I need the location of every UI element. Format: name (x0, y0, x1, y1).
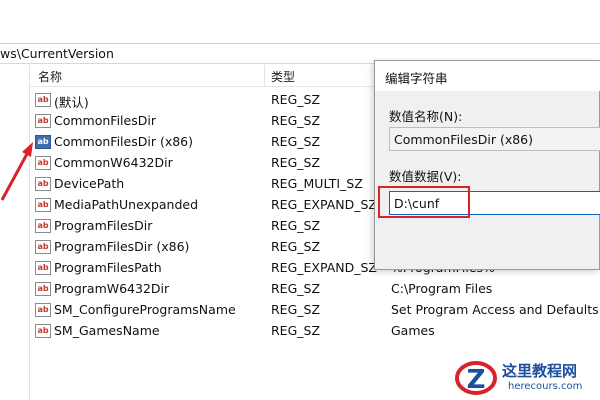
value-name: ProgramFilesPath (54, 260, 162, 275)
edit-string-dialog: 编辑字符串 数值名称(N): CommonFilesDir (x86) 数值数据… (374, 60, 600, 270)
string-value-icon: ab (35, 114, 51, 128)
value-name: (默认) (54, 95, 89, 110)
string-value-icon: ab (35, 282, 51, 296)
value-type: REG_EXPAND_SZ (271, 260, 377, 275)
value-data-highlight-box (378, 186, 470, 218)
value-name-field: CommonFilesDir (x86) (389, 127, 600, 151)
string-value-icon: ab (35, 219, 51, 233)
watermark-title: 这里教程网 (502, 362, 578, 380)
value-name: MediaPathUnexpanded (54, 197, 199, 212)
list-item[interactable]: ab SM_GamesName REG_SZ Games (30, 321, 600, 342)
value-type: REG_SZ (271, 302, 321, 317)
value-data-label: 数值数据(V): (389, 169, 462, 184)
svg-text:Z: Z (467, 365, 486, 395)
value-type: REG_SZ (271, 281, 321, 296)
value-name: CommonFilesDir (54, 113, 156, 128)
list-item[interactable]: ab SM_ConfigureProgramsName REG_SZ Set Prog… (30, 300, 600, 321)
value-data: Games (391, 323, 435, 338)
value-data: C:\Program Files (391, 281, 493, 296)
column-name-header[interactable]: 名称 (38, 68, 62, 85)
value-name: ProgramFilesDir (54, 218, 153, 233)
value-type: REG_EXPAND_SZ (271, 197, 377, 212)
registry-path: ws\CurrentVersion (0, 46, 114, 61)
column-type-header[interactable]: 类型 (271, 68, 295, 85)
value-type: REG_SZ (271, 239, 321, 254)
string-value-icon: ab (35, 240, 51, 254)
value-name-label: 数值名称(N): (389, 109, 463, 124)
watermark-logo-icon: Z (455, 361, 497, 395)
value-type: REG_SZ (271, 155, 321, 170)
string-value-icon: ab (35, 93, 51, 107)
string-value-icon: ab (35, 303, 51, 317)
watermark-url: herecours.com (508, 381, 583, 392)
value-name: DevicePath (54, 176, 125, 191)
value-name: SM_GamesName (54, 323, 160, 338)
value-type: REG_SZ (271, 134, 321, 149)
registry-tree-pane[interactable] (0, 65, 30, 400)
value-name: CommonFilesDir (x86) (54, 134, 193, 149)
value-type: REG_SZ (271, 113, 321, 128)
value-data: Set Program Access and Defaults (391, 302, 599, 317)
dialog-title: 编辑字符串 (385, 71, 448, 86)
value-type: REG_SZ (271, 218, 321, 233)
string-value-icon: ab (35, 261, 51, 275)
value-type: REG_SZ (271, 323, 321, 338)
string-value-icon: ab (35, 324, 51, 338)
value-name: CommonW6432Dir (54, 155, 173, 170)
value-type: REG_SZ (271, 92, 321, 107)
value-name: ProgramW6432Dir (54, 281, 170, 296)
site-watermark: Z 这里教程网 herecours.com (452, 356, 600, 400)
dialog-titlebar[interactable]: 编辑字符串 (375, 61, 600, 91)
red-arrow-annotation (0, 142, 33, 201)
value-name-text: CommonFilesDir (x86) (394, 132, 533, 147)
value-name: ProgramFilesDir (x86) (54, 239, 190, 254)
value-type: REG_MULTI_SZ (271, 176, 363, 191)
list-item[interactable]: ab ProgramW6432Dir REG_SZ C:\Program Files (30, 279, 600, 300)
value-name: SM_ConfigureProgramsName (54, 302, 236, 317)
